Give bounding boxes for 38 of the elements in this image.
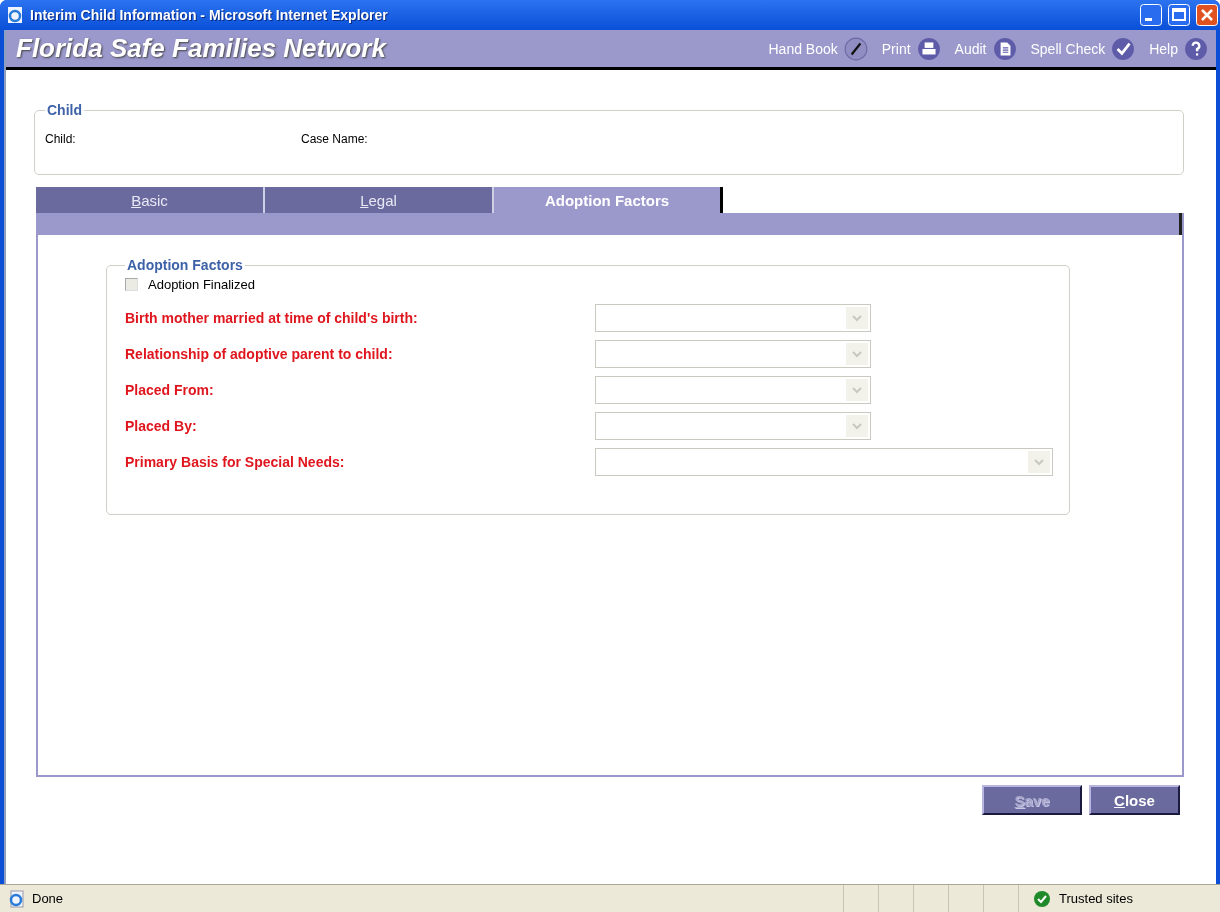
pen-icon[interactable] — [843, 36, 868, 61]
chevron-down-icon — [846, 343, 868, 365]
section-title: Child — [46, 102, 83, 118]
page-icon — [8, 889, 26, 908]
maximize-icon[interactable] — [1168, 4, 1190, 26]
field-label: Relationship of adoptive parent to child: — [125, 346, 394, 362]
field-label: Child: — [45, 132, 77, 146]
chevron-down-icon — [846, 307, 868, 329]
field-label: Placed By: — [125, 418, 198, 434]
field-label: Birth mother married at time of child's birth: — [125, 310, 419, 326]
help-icon[interactable] — [1184, 36, 1208, 61]
close-button[interactable]: Close — [1089, 785, 1180, 815]
close-icon[interactable] — [1196, 4, 1218, 26]
checkbox-label: Adoption Finalized — [148, 277, 255, 292]
tab[interactable]: Adoption Factors — [494, 187, 723, 213]
field-label: Placed From: — [125, 382, 215, 398]
chevron-down-icon — [1028, 451, 1050, 473]
printer-icon[interactable] — [916, 36, 941, 61]
chevron-down-icon — [846, 379, 868, 401]
document-icon[interactable] — [992, 36, 1017, 61]
window-title: Interim Child Information - Microsoft Internet Explorer — [30, 7, 389, 23]
status-text: Done — [32, 891, 64, 906]
toolbar-link[interactable]: Help — [1149, 40, 1178, 57]
toolbar-link[interactable]: Print — [881, 40, 911, 57]
section-title: Adoption Factors — [126, 257, 244, 273]
minimize-icon[interactable] — [1140, 4, 1162, 26]
tab[interactable]: Basic — [36, 187, 265, 213]
browser-icon — [6, 6, 24, 24]
chevron-down-icon — [846, 415, 868, 437]
toolbar-link[interactable]: Hand Book — [768, 40, 838, 57]
security-zone: Trusted sites — [1059, 891, 1133, 906]
tab[interactable]: Legal — [265, 187, 494, 213]
field-label: Case Name: — [301, 132, 369, 146]
field-label: Primary Basis for Special Needs: — [125, 454, 346, 470]
toolbar-link[interactable]: Audit — [954, 40, 987, 57]
check-circle-icon — [1033, 889, 1051, 908]
toolbar-link[interactable]: Spell Check — [1030, 40, 1106, 57]
site-title: Florida Safe Families Network — [16, 33, 388, 64]
